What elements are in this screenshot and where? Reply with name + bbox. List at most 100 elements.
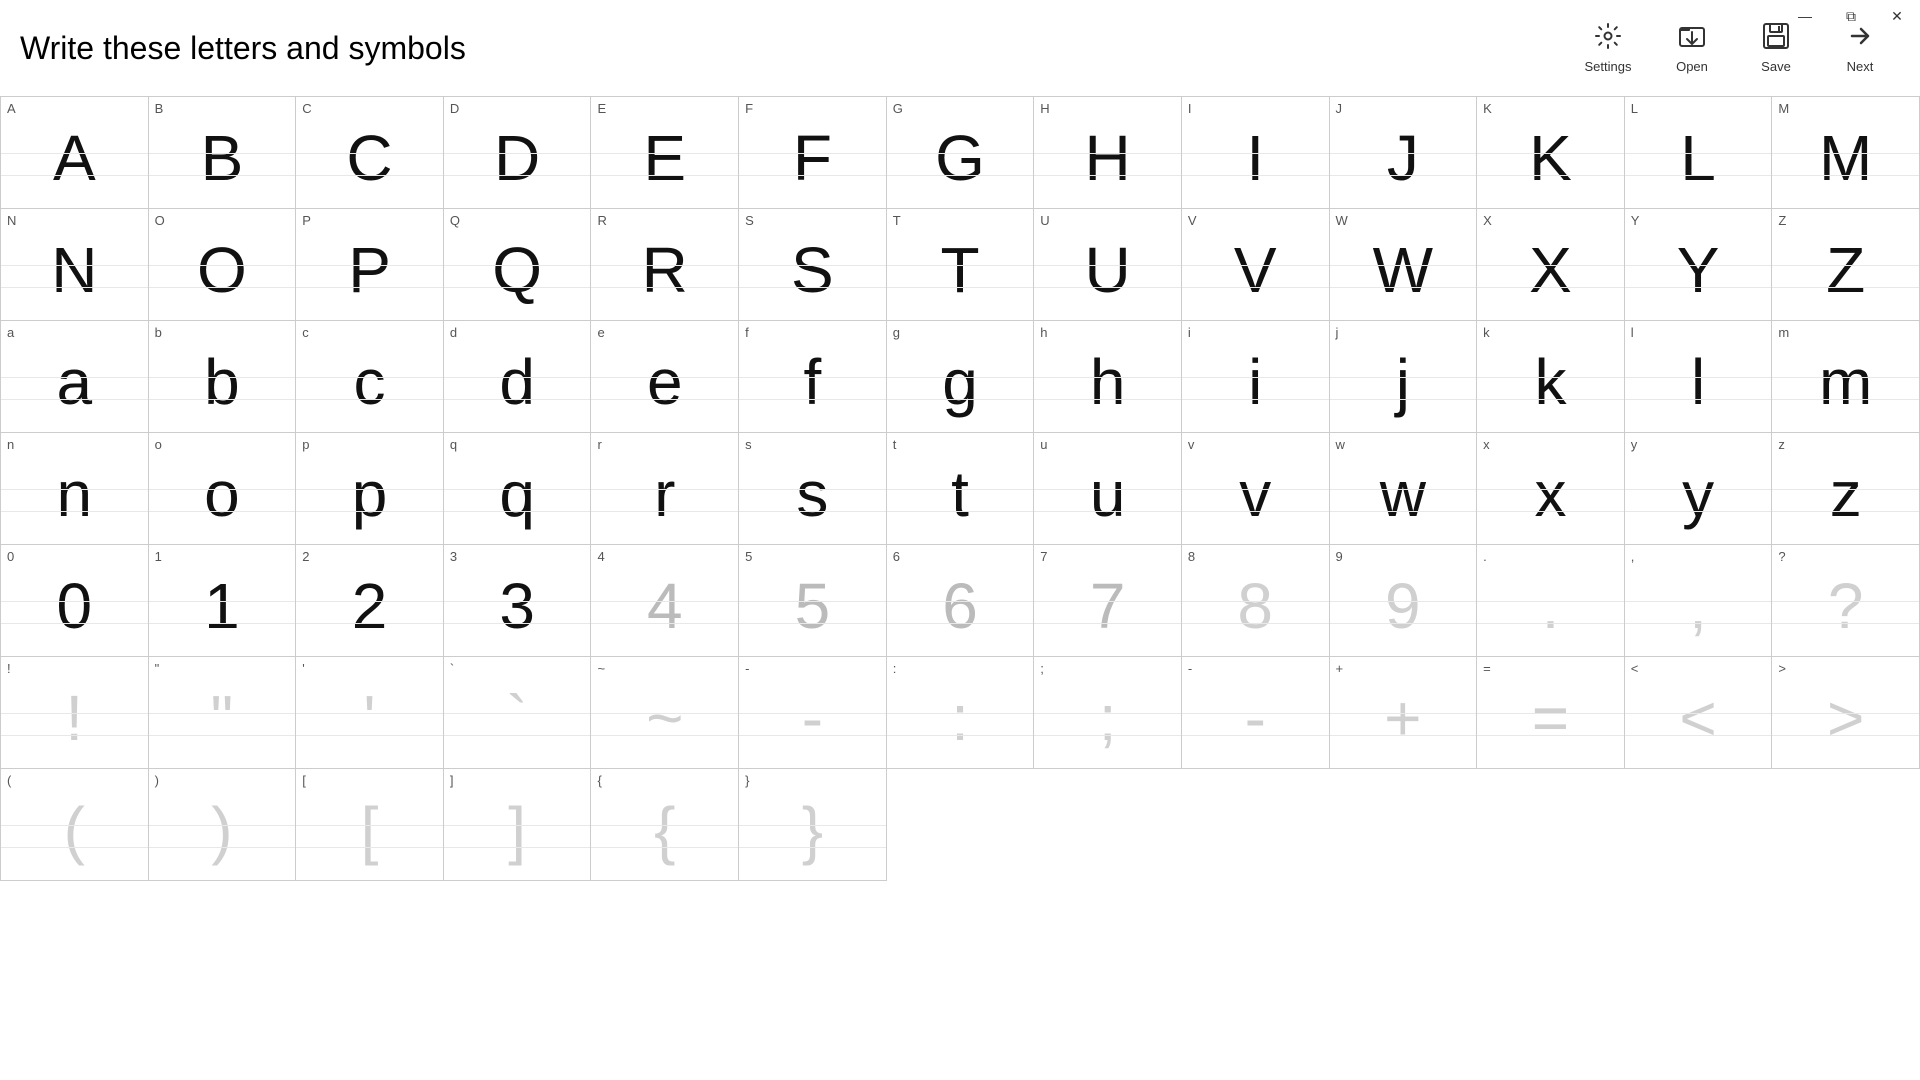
letter-cell[interactable]: SS [739, 209, 887, 321]
letter-cell[interactable]: VV [1182, 209, 1330, 321]
settings-button[interactable]: Settings [1578, 22, 1638, 74]
letter-cell[interactable]: tt [887, 433, 1035, 545]
letter-cell[interactable]: 55 [739, 545, 887, 657]
letter-cell[interactable]: << [1625, 657, 1773, 769]
letter-cell[interactable]: DD [444, 97, 592, 209]
letter-cell[interactable]: }} [739, 769, 887, 881]
letter-cell[interactable]: TT [887, 209, 1035, 321]
letter-cell[interactable]: ]] [444, 769, 592, 881]
letter-cell[interactable]: 77 [1034, 545, 1182, 657]
letter-cell[interactable]: "" [149, 657, 297, 769]
letter-cell[interactable]: jj [1330, 321, 1478, 433]
letter-cell[interactable]: 11 [149, 545, 297, 657]
letter-cell[interactable]: rr [591, 433, 739, 545]
letter-cell[interactable]: HH [1034, 97, 1182, 209]
letter-cell[interactable]: ,, [1625, 545, 1773, 657]
letter-cell[interactable]: -- [739, 657, 887, 769]
letter-cell[interactable]: 99 [1330, 545, 1478, 657]
letter-cell[interactable]: ?? [1772, 545, 1920, 657]
letter-cell[interactable]: ee [591, 321, 739, 433]
letter-cell[interactable]: hh [1034, 321, 1182, 433]
letter-cell[interactable]: PP [296, 209, 444, 321]
letter-cell[interactable]: II [1182, 97, 1330, 209]
letter-cell[interactable]: BB [149, 97, 297, 209]
letter-cell[interactable]: 44 [591, 545, 739, 657]
letter-cell[interactable]: ZZ [1772, 209, 1920, 321]
letter-cell[interactable]: gg [887, 321, 1035, 433]
cell-char: 9 [1385, 545, 1421, 656]
letter-cell[interactable]: LL [1625, 97, 1773, 209]
letter-cell[interactable]: xx [1477, 433, 1625, 545]
cell-char: a [57, 321, 93, 432]
cell-char: y [1682, 433, 1714, 544]
letter-cell[interactable]: {{ [591, 769, 739, 881]
letter-cell[interactable]: bb [149, 321, 297, 433]
letter-cell[interactable]: ff [739, 321, 887, 433]
open-button[interactable]: Open [1662, 22, 1722, 74]
letter-cell[interactable]: 88 [1182, 545, 1330, 657]
letter-cell[interactable]: dd [444, 321, 592, 433]
letter-cell[interactable]: YY [1625, 209, 1773, 321]
letter-cell[interactable]: XX [1477, 209, 1625, 321]
cell-char: < [1679, 657, 1716, 768]
letter-cell[interactable]: AA [1, 97, 149, 209]
letter-cell[interactable]: ss [739, 433, 887, 545]
letter-cell[interactable]: ++ [1330, 657, 1478, 769]
letter-cell[interactable]: vv [1182, 433, 1330, 545]
letter-cell[interactable]: OO [149, 209, 297, 321]
letter-cell[interactable]: oo [149, 433, 297, 545]
letter-cell[interactable]: FF [739, 97, 887, 209]
letter-cell[interactable]: (( [1, 769, 149, 881]
letter-cell[interactable]: !! [1, 657, 149, 769]
letter-cell[interactable]: UU [1034, 209, 1182, 321]
letter-cell[interactable]: NN [1, 209, 149, 321]
maximize-button[interactable]: ⧉ [1828, 0, 1874, 32]
letter-cell[interactable]: 00 [1, 545, 149, 657]
letter-cell[interactable]: EE [591, 97, 739, 209]
letter-cell[interactable]: ww [1330, 433, 1478, 545]
letter-cell[interactable]: WW [1330, 209, 1478, 321]
letter-cell[interactable]: 66 [887, 545, 1035, 657]
letter-cell[interactable]: RR [591, 209, 739, 321]
letter-cell[interactable]: nn [1, 433, 149, 545]
cell-label: z [1778, 437, 1785, 452]
letter-cell[interactable]: kk [1477, 321, 1625, 433]
letter-cell[interactable]: uu [1034, 433, 1182, 545]
letter-cell[interactable]: ii [1182, 321, 1330, 433]
letter-cell[interactable]: .. [1477, 545, 1625, 657]
letter-cell[interactable]: GG [887, 97, 1035, 209]
cell-label: 3 [450, 549, 457, 564]
letter-cell[interactable]: MM [1772, 97, 1920, 209]
close-button[interactable]: ✕ [1874, 0, 1920, 32]
letter-cell[interactable]: ll [1625, 321, 1773, 433]
letter-cell[interactable]: ;; [1034, 657, 1182, 769]
letter-cell[interactable]: >> [1772, 657, 1920, 769]
letter-cell[interactable]: QQ [444, 209, 592, 321]
letter-cell[interactable]: yy [1625, 433, 1773, 545]
letter-cell[interactable]: == [1477, 657, 1625, 769]
letter-cell[interactable]: :: [887, 657, 1035, 769]
cell-char: W [1373, 209, 1433, 320]
cell-char: i [1248, 321, 1262, 432]
letter-cell[interactable]: pp [296, 433, 444, 545]
letter-cell[interactable]: CC [296, 97, 444, 209]
letter-cell[interactable]: mm [1772, 321, 1920, 433]
cell-label: s [745, 437, 752, 452]
minimize-button[interactable]: — [1782, 0, 1828, 32]
letter-cell[interactable]: -- [1182, 657, 1330, 769]
letter-cell[interactable]: zz [1772, 433, 1920, 545]
letter-cell[interactable]: ~~ [591, 657, 739, 769]
letter-cell[interactable]: 33 [444, 545, 592, 657]
letter-cell[interactable]: )) [149, 769, 297, 881]
letter-cell[interactable]: KK [1477, 97, 1625, 209]
letter-cell[interactable]: `` [444, 657, 592, 769]
cell-char: u [1090, 433, 1126, 544]
letter-cell[interactable]: '' [296, 657, 444, 769]
letter-cell[interactable]: qq [444, 433, 592, 545]
letter-cell[interactable]: cc [296, 321, 444, 433]
letter-cell[interactable]: JJ [1330, 97, 1478, 209]
letter-cell[interactable]: aa [1, 321, 149, 433]
letter-cell[interactable]: 22 [296, 545, 444, 657]
cell-label: [ [302, 773, 306, 788]
letter-cell[interactable]: [[ [296, 769, 444, 881]
